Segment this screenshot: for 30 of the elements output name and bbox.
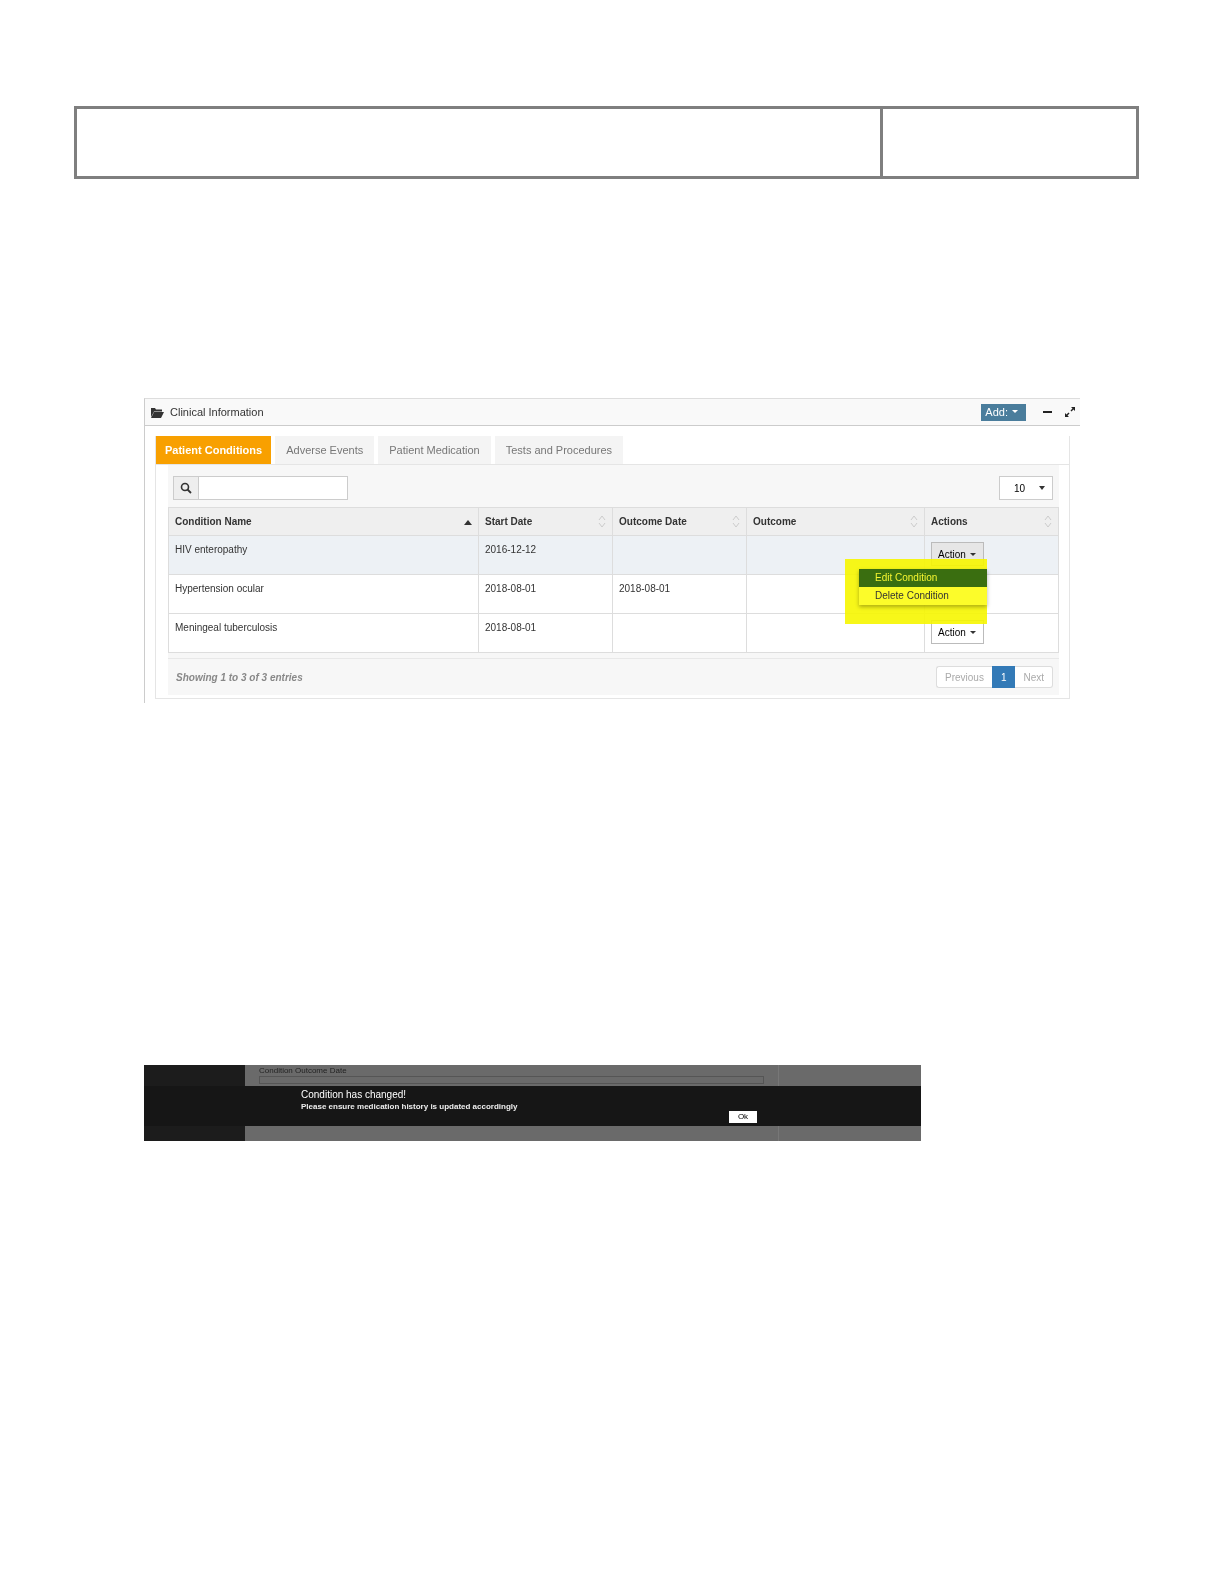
tab[interactable]: Adverse Events (275, 436, 375, 464)
ok-button[interactable]: Ok (729, 1111, 757, 1123)
search-icon (180, 482, 192, 494)
table-cell: Hypertension ocular (175, 583, 264, 594)
menu-item[interactable]: Delete Condition (859, 587, 987, 605)
alert-message: Please ensure medication history is updated accordingly (301, 1102, 518, 1111)
caret-icon (968, 551, 977, 557)
caret-icon (1038, 485, 1046, 491)
table-cell: Meningeal tuberculosis (175, 622, 278, 633)
table-row[interactable]: HIV enteropathy 2016-12-12 Action (169, 535, 1058, 574)
table-cell: HIV enteropathy (175, 544, 248, 555)
tab[interactable]: Tests and Procedures (494, 436, 624, 464)
menu-item[interactable]: Edit Condition (859, 569, 987, 587)
tab[interactable]: Patient Medication (378, 436, 491, 464)
table-cell: 2018-08-01 (485, 622, 537, 633)
alert-title: Condition has changed! (301, 1089, 407, 1100)
expand-icon[interactable] (1064, 406, 1076, 418)
pagination-button[interactable]: 1 (991, 666, 1016, 688)
folder-icon (151, 406, 164, 418)
table-cell: 2016-12-12 (485, 544, 537, 555)
page-length-select[interactable]: 10 (999, 476, 1053, 500)
table-cell: 2018-08-01 (619, 583, 671, 594)
table-row[interactable]: Meningeal tuberculosis 2018-08-01 Action (169, 613, 1058, 652)
column-header[interactable]: Actions (925, 508, 1058, 535)
add-button[interactable]: Add: (981, 403, 1026, 421)
table-cell: 2018-08-01 (485, 583, 537, 594)
panel-title: Clinical Information (170, 406, 265, 418)
entries-info: Showing 1 to 3 of 3 entries (176, 671, 303, 683)
caret-icon (968, 629, 977, 635)
search-field[interactable] (173, 476, 348, 500)
